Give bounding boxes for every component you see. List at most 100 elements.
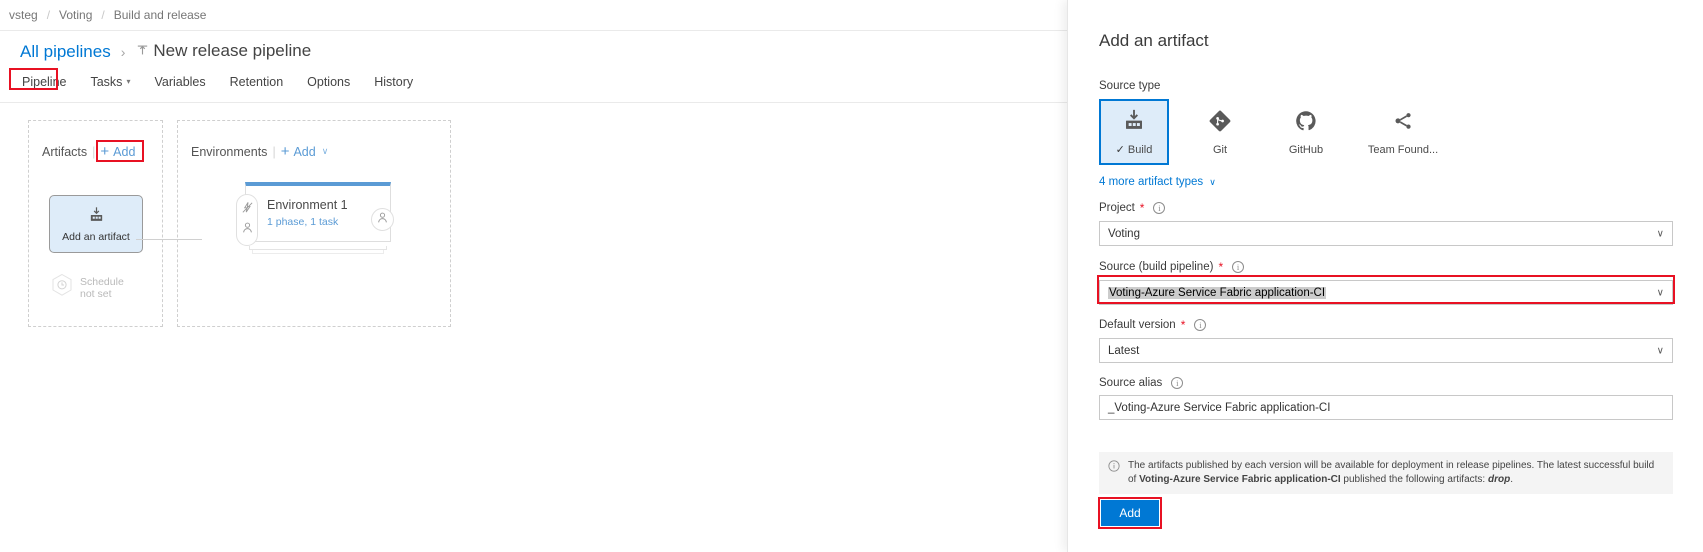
- tab-options[interactable]: Options: [295, 73, 362, 97]
- info-icon[interactable]: i: [1153, 202, 1166, 214]
- info-text-part2: published the following artifacts:: [1340, 474, 1488, 485]
- plus-icon: +: [100, 143, 110, 160]
- source-type-tile-github-label: GitHub: [1288, 143, 1324, 156]
- environments-add-button[interactable]: + Add ∨: [281, 143, 329, 160]
- breadcrumb-item-org[interactable]: vsteg: [9, 8, 38, 22]
- source-build-pipeline-dropdown[interactable]: Voting-Azure Service Fabric application-…: [1099, 280, 1673, 305]
- project-value: Voting: [1108, 227, 1140, 240]
- info-message-text: The artifacts published by each version …: [1128, 459, 1663, 487]
- source-build-pipeline-value: Voting-Azure Service Fabric application-…: [1108, 286, 1327, 299]
- artifacts-header: Artifacts | + Add: [42, 143, 135, 160]
- chevron-down-icon: ▾: [126, 77, 131, 86]
- source-type-tile-github[interactable]: GitHub: [1271, 99, 1341, 165]
- page-title-text: New release pipeline: [153, 41, 312, 60]
- artifacts-container: Artifacts | + Add Add an artifact Schedu…: [28, 120, 163, 327]
- check-icon: ✓: [1115, 144, 1125, 156]
- source-type-tiles: ✓ Build Git GitHub Team Found...: [1099, 99, 1449, 165]
- header-divider: |: [92, 144, 96, 159]
- required-asterisk: *: [1218, 260, 1224, 274]
- field-source-build-pipeline: Source (build pipeline) * i Voting-Azure…: [1099, 260, 1673, 305]
- tab-variables-label: Variables: [154, 75, 206, 89]
- build-label-text: Build: [1127, 143, 1153, 156]
- source-alias-value: _Voting-Azure Service Fabric application…: [1108, 401, 1331, 414]
- tab-pipeline[interactable]: Pipeline: [10, 73, 78, 97]
- tab-retention-label: Retention: [229, 75, 284, 89]
- chevron-right-icon: ›: [120, 44, 126, 60]
- add-button[interactable]: Add: [1101, 500, 1159, 526]
- tfvc-icon: [1391, 109, 1415, 138]
- info-text-italic: drop: [1487, 474, 1511, 485]
- pipeline-tabs: Pipeline Tasks ▾ Variables Retention Opti…: [0, 73, 1067, 103]
- more-artifact-types-link[interactable]: 4 more artifact types ∨: [1099, 176, 1216, 188]
- chevron-down-icon[interactable]: ∨: [322, 146, 329, 157]
- field-source-alias: Source alias i _Voting-Azure Service Fab…: [1099, 377, 1673, 420]
- release-pipeline-main: vsteg / Voting / Build and release All p…: [0, 0, 1067, 552]
- schedule-line-1: Schedule: [80, 275, 124, 288]
- clock-hexagon-icon: [51, 273, 73, 302]
- all-pipelines-link[interactable]: All pipelines: [20, 42, 111, 62]
- tab-tasks[interactable]: Tasks ▾: [78, 73, 142, 97]
- field-default-version: Default version * i Latest ∨: [1099, 318, 1673, 363]
- tab-tasks-label: Tasks: [90, 75, 123, 89]
- project-dropdown[interactable]: Voting ∨: [1099, 221, 1673, 246]
- info-text-bold: Voting-Azure Service Fabric application-…: [1139, 474, 1341, 485]
- source-type-label-text: Source type: [1099, 80, 1161, 92]
- tab-history[interactable]: History: [362, 73, 425, 97]
- environments-header: Environments | + Add ∨: [191, 143, 328, 160]
- post-deployment-conditions-button[interactable]: [371, 208, 394, 231]
- field-source-alias-label: Source alias i: [1099, 377, 1673, 389]
- build-artifact-icon: [88, 206, 105, 228]
- environment-stack-shadow-1: [249, 246, 387, 250]
- field-project-label-text: Project: [1099, 202, 1135, 214]
- tab-variables[interactable]: Variables: [142, 73, 217, 97]
- info-circle-icon: [1108, 460, 1120, 477]
- breadcrumb-item-project[interactable]: Voting: [59, 8, 92, 22]
- person-icon: [376, 211, 389, 229]
- lightning-approval-icon: [241, 201, 254, 219]
- info-icon[interactable]: i: [1194, 319, 1207, 331]
- tab-history-label: History: [374, 75, 414, 89]
- tab-options-label: Options: [307, 75, 351, 89]
- source-type-tile-build[interactable]: ✓ Build: [1099, 99, 1169, 165]
- environment-node[interactable]: [245, 182, 391, 242]
- add-artifact-panel: Add an artifact Source type ✓ Build Git …: [1067, 0, 1703, 552]
- source-type-tile-tfvc-label: Team Found...: [1367, 143, 1439, 156]
- page-title-row: All pipelines › New release pipeline: [0, 31, 1067, 73]
- source-alias-input[interactable]: _Voting-Azure Service Fabric application…: [1099, 395, 1673, 420]
- field-source-label: Source (build pipeline) * i: [1099, 260, 1673, 274]
- artifacts-title: Artifacts: [42, 144, 88, 159]
- pre-deployment-conditions-button[interactable]: [236, 194, 258, 246]
- environment-phase-task-link[interactable]: 1 phase, 1 task: [267, 216, 338, 228]
- github-icon: [1294, 109, 1318, 138]
- environment-name: Environment 1: [267, 198, 348, 212]
- default-version-value: Latest: [1108, 344, 1140, 357]
- page-title: New release pipeline: [135, 41, 311, 63]
- breadcrumb-separator: /: [101, 8, 105, 22]
- add-an-artifact-card[interactable]: Add an artifact: [49, 195, 143, 253]
- environment-stack-shadow-2: [252, 250, 384, 254]
- schedule-trigger[interactable]: Schedule not set: [51, 273, 124, 302]
- chevron-down-icon: ∨: [1656, 287, 1664, 298]
- schedule-status: Schedule not set: [80, 276, 124, 300]
- add-artifact-card-label: Add an artifact: [62, 230, 130, 243]
- source-type-tile-git-label: Git: [1212, 143, 1228, 156]
- more-artifact-types-label: 4 more artifact types: [1099, 176, 1204, 188]
- source-type-tile-tfvc[interactable]: Team Found...: [1357, 99, 1449, 165]
- info-icon[interactable]: i: [1171, 377, 1184, 389]
- environments-title: Environments: [191, 144, 268, 159]
- breadcrumb-item-hub[interactable]: Build and release: [114, 8, 207, 22]
- header-divider: |: [272, 144, 276, 159]
- source-type-tile-git[interactable]: Git: [1185, 99, 1255, 165]
- build-artifact-icon: [1122, 108, 1146, 137]
- environments-add-label: Add: [293, 144, 316, 159]
- tab-retention[interactable]: Retention: [218, 73, 296, 97]
- pipeline-canvas: Artifacts | + Add Add an artifact Schedu…: [0, 104, 1067, 552]
- artifacts-info-message: The artifacts published by each version …: [1099, 452, 1673, 494]
- field-project-label: Project * i: [1099, 201, 1673, 215]
- person-icon: [241, 221, 254, 239]
- default-version-dropdown[interactable]: Latest ∨: [1099, 338, 1673, 363]
- artifacts-add-button[interactable]: + Add: [100, 143, 135, 160]
- info-icon[interactable]: i: [1232, 261, 1245, 273]
- plus-icon: +: [280, 143, 290, 160]
- required-asterisk: *: [1180, 318, 1186, 332]
